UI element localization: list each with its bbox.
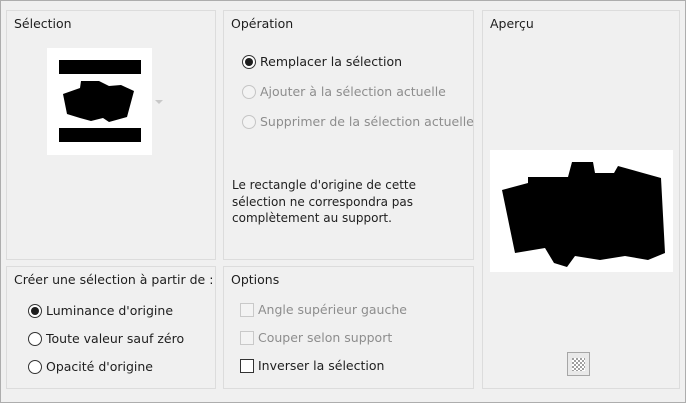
checkerboard-button[interactable] (567, 352, 590, 376)
checkerboard-icon (572, 357, 585, 371)
radio-label: Remplacer la sélection (260, 54, 403, 69)
radio-button[interactable] (28, 359, 42, 374)
checkbox-invert-selection[interactable]: Inverser la sélection (240, 358, 384, 373)
checkbox-top-left-corner[interactable]: Angle supérieur gauche (240, 302, 407, 317)
radio-add-selection[interactable]: Ajouter à la sélection actuelle (242, 84, 446, 99)
operation-group-title: Opération (231, 16, 294, 31)
checkbox[interactable] (240, 302, 254, 317)
radio-button[interactable] (28, 331, 42, 346)
radio-replace-selection[interactable]: Remplacer la sélection (242, 54, 402, 69)
preview-image (490, 150, 673, 272)
radio-label: Opacité d'origine (46, 359, 153, 374)
selection-source-thumbnail[interactable] (47, 48, 152, 155)
radio-subtract-selection[interactable]: Supprimer de la sélection actuelle (242, 114, 474, 129)
operation-note: Le rectangle d'origine de cette sélectio… (232, 177, 416, 227)
radio-source-opacity[interactable]: Opacité d'origine (28, 359, 153, 374)
radio-any-nonzero[interactable]: Toute valeur sauf zéro (28, 331, 184, 346)
preview-shape-image (502, 162, 665, 267)
radio-label: Toute valeur sauf zéro (46, 331, 185, 346)
note-line: complètement au support. (232, 211, 392, 225)
radio-label: Ajouter à la sélection actuelle (260, 84, 446, 99)
checkbox-label: Couper selon support (258, 330, 393, 345)
options-group-title: Options (231, 272, 280, 287)
selection-shape-image (59, 60, 141, 142)
checkbox[interactable] (240, 330, 254, 345)
selection-dialog: Sélection Opération Remplacer la sélecti… (0, 0, 686, 403)
radio-button[interactable] (28, 303, 42, 318)
note-line: sélection ne correspondra pas (232, 194, 414, 209)
create-from-group-title: Créer une sélection à partir de : (14, 272, 214, 287)
selection-group-title: Sélection (14, 16, 72, 31)
radio-label: Supprimer de la sélection actuelle (260, 114, 474, 129)
checkbox-label: Angle supérieur gauche (258, 302, 407, 317)
radio-button[interactable] (242, 54, 256, 69)
note-line: Le rectangle d'origine de cette (232, 178, 417, 192)
checkbox-crop-to-canvas[interactable]: Couper selon support (240, 330, 392, 345)
chevron-down-icon[interactable] (155, 100, 163, 104)
radio-button[interactable] (242, 84, 256, 99)
checkbox[interactable] (240, 358, 254, 373)
preview-group-title: Aperçu (490, 16, 534, 31)
checkbox-label: Inverser la sélection (258, 358, 385, 373)
radio-label: Luminance d'origine (46, 303, 174, 318)
radio-button[interactable] (242, 114, 256, 129)
radio-source-luminance[interactable]: Luminance d'origine (28, 303, 173, 318)
